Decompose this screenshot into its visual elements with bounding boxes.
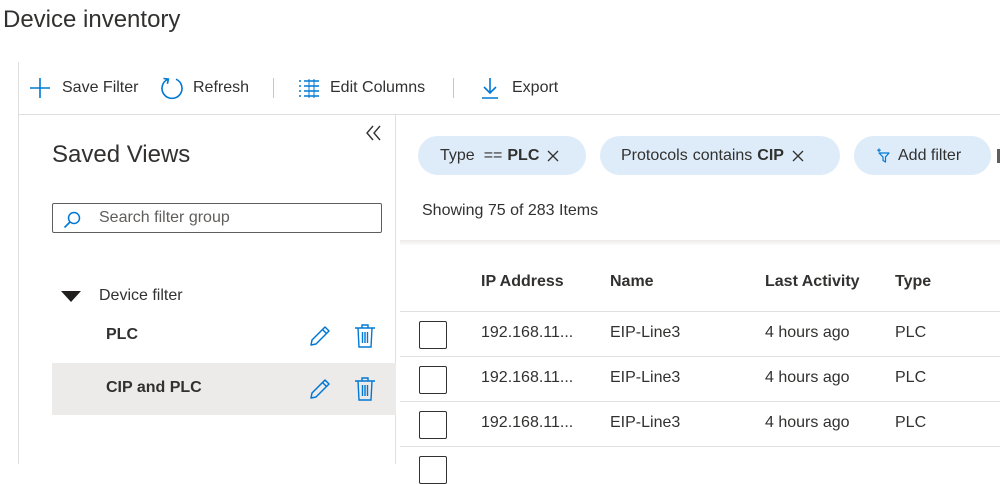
cell-ip-address: 192.168.11... [481, 324, 574, 341]
edit-columns-icon [298, 78, 320, 98]
chevron-down-icon [61, 290, 81, 302]
row-checkbox[interactable] [419, 411, 447, 439]
filter-pill-protocols[interactable]: Protocols contains CIP [600, 136, 840, 175]
filter-operator: contains [692, 146, 753, 164]
cell-last-activity: 4 hours ago [765, 324, 850, 341]
filter-pill-type[interactable]: Type == PLC [418, 136, 586, 175]
saved-views-panel: Saved Views Device filter PLC CIP and PL… [19, 115, 396, 464]
row-checkbox[interactable] [419, 456, 447, 484]
filter-value: CIP [757, 146, 784, 164]
device-filter-group-toggle[interactable]: Device filter [61, 285, 183, 307]
cell-name: EIP-Line3 [610, 324, 681, 341]
cell-name: EIP-Line3 [610, 414, 681, 431]
grid-header-shadow [400, 240, 1000, 246]
edit-icon[interactable] [308, 377, 332, 401]
add-filter-button[interactable]: Add filter [854, 136, 991, 175]
command-bar: Save Filter Refresh Edit Columns Export [19, 62, 1000, 115]
row-divider [400, 401, 1000, 402]
filter-value: PLC [507, 146, 540, 164]
search-input[interactable] [99, 204, 369, 232]
cell-last-activity: 4 hours ago [765, 369, 850, 386]
saved-view-item-plc[interactable]: PLC [52, 310, 396, 362]
refresh-button[interactable]: Refresh [160, 62, 249, 114]
filter-operator: == [483, 146, 503, 164]
edit-icon[interactable] [308, 324, 332, 348]
add-filter-icon [876, 148, 892, 164]
row-checkbox[interactable] [419, 366, 447, 394]
delete-icon[interactable] [354, 323, 376, 349]
cell-ip-address: 192.168.11... [481, 414, 574, 431]
add-icon [29, 77, 51, 99]
edit-columns-button[interactable]: Edit Columns [298, 62, 425, 114]
row-divider [400, 446, 1000, 447]
cell-ip-address: 192.168.11... [481, 369, 574, 386]
filter-field: Protocols [621, 146, 688, 164]
collapse-panel-button[interactable] [364, 123, 384, 143]
export-icon [480, 76, 500, 100]
save-filter-button[interactable]: Save Filter [29, 62, 138, 114]
close-icon[interactable] [547, 150, 559, 162]
search-filter-group[interactable] [52, 203, 382, 233]
cell-name: EIP-Line3 [610, 369, 681, 386]
collapse-icon [364, 125, 384, 147]
add-filter-label: Add filter [898, 146, 962, 164]
saved-view-name: CIP and PLC [106, 379, 202, 396]
toolbar-divider [453, 78, 454, 98]
delete-icon[interactable] [354, 376, 376, 402]
cell-last-activity: 4 hours ago [765, 414, 850, 431]
edit-columns-label: Edit Columns [330, 79, 426, 96]
export-label: Export [512, 79, 559, 96]
export-button[interactable]: Export [480, 62, 558, 114]
save-filter-label: Save Filter [62, 79, 139, 96]
cell-type: PLC [895, 369, 927, 386]
row-divider [400, 356, 1000, 357]
refresh-icon [160, 76, 184, 100]
refresh-label: Refresh [193, 79, 250, 96]
saved-views-title: Saved Views [52, 141, 191, 168]
cell-type: PLC [895, 324, 927, 341]
cell-type: PLC [895, 414, 927, 431]
column-header-last-activity[interactable]: Last Activity [765, 273, 860, 291]
row-divider [400, 311, 1000, 312]
close-icon[interactable] [792, 150, 804, 162]
column-header-name[interactable]: Name [610, 273, 654, 291]
page-title: Device inventory [3, 6, 181, 33]
column-header-type[interactable]: Type [895, 273, 931, 291]
row-checkbox[interactable] [419, 321, 447, 349]
filter-field: Type [440, 146, 475, 164]
saved-view-name: PLC [106, 326, 138, 343]
results-count: Showing 75 of 283 Items [422, 202, 599, 219]
saved-view-item-cip-and-plc[interactable]: CIP and PLC [52, 363, 396, 415]
device-filter-group-label: Device filter [99, 287, 183, 304]
toolbar-divider [273, 78, 274, 98]
column-header-ip-address[interactable]: IP Address [481, 273, 564, 291]
